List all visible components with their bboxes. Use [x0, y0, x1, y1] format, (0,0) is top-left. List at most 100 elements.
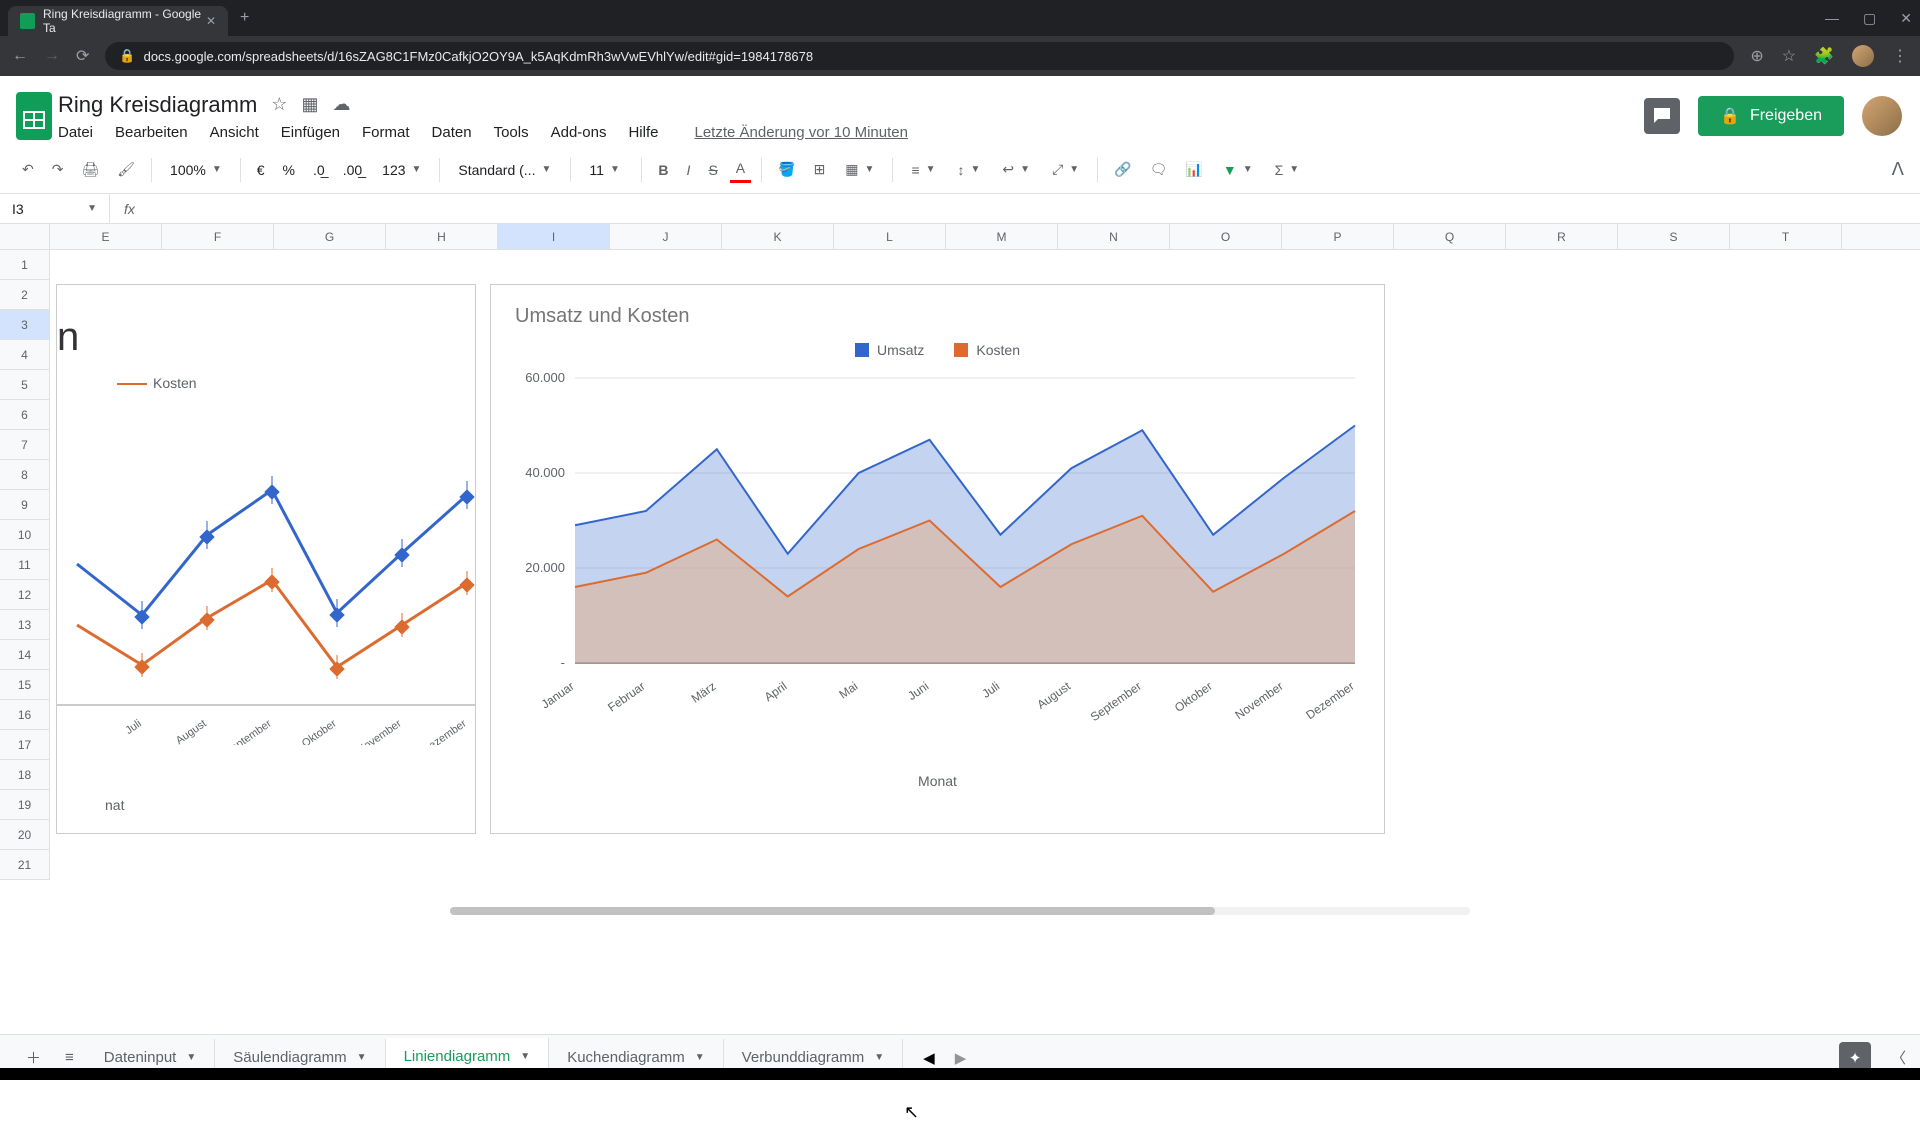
all-sheets-button[interactable]: ≡ [53, 1049, 86, 1066]
col-header-H[interactable]: H [386, 224, 498, 249]
menu-datei[interactable]: Datei [58, 124, 93, 141]
line-chart-cropped[interactable]: n Kosten [56, 284, 476, 834]
row-header-21[interactable]: 21 [0, 850, 49, 880]
row-header-16[interactable]: 16 [0, 700, 49, 730]
row-header-14[interactable]: 14 [0, 640, 49, 670]
zoom-select[interactable]: 100%▼ [162, 158, 230, 182]
font-size-select[interactable]: 11▼ [581, 158, 631, 182]
name-box[interactable]: I3▼ [0, 194, 110, 223]
row-header-8[interactable]: 8 [0, 460, 49, 490]
last-edit-link[interactable]: Letzte Änderung vor 10 Minuten [694, 124, 907, 141]
minimize-icon[interactable]: — [1825, 10, 1839, 27]
back-icon[interactable]: ← [12, 47, 28, 65]
halign-select[interactable]: ≡▼ [903, 158, 943, 182]
wrap-select[interactable]: ↩▼ [994, 157, 1038, 182]
row-header-2[interactable]: 2 [0, 280, 49, 310]
browser-profile-avatar[interactable] [1852, 45, 1874, 67]
col-header-J[interactable]: J [610, 224, 722, 249]
text-color-icon[interactable]: A [730, 156, 751, 183]
url-input[interactable]: 🔒 docs.google.com/spreadsheets/d/16sZAG8… [105, 42, 1734, 70]
maximize-icon[interactable]: ▢ [1863, 10, 1876, 27]
functions-select[interactable]: Σ▼ [1267, 158, 1308, 182]
strikethrough-icon[interactable]: S [702, 158, 723, 182]
col-header-R[interactable]: R [1506, 224, 1618, 249]
bookmark-icon[interactable]: ☆ [1782, 46, 1796, 66]
dec-decimals-button[interactable]: .0̲ [307, 158, 331, 182]
row-header-17[interactable]: 17 [0, 730, 49, 760]
area-chart[interactable]: Umsatz und Kosten Umsatz Kosten 60.000 4… [490, 284, 1385, 834]
row-header-3[interactable]: 3 [0, 310, 49, 340]
column-headers[interactable]: EFGHIJKLMNOPQRST [0, 224, 1920, 250]
menu-tools[interactable]: Tools [494, 124, 529, 141]
collapse-toolbar-icon[interactable]: ᐱ [1892, 159, 1904, 180]
rotate-select[interactable]: ⤢▼ [1044, 157, 1087, 182]
undo-icon[interactable]: ↶ [16, 157, 40, 182]
reload-icon[interactable]: ⟳ [76, 46, 89, 66]
row-header-18[interactable]: 18 [0, 760, 49, 790]
row-header-19[interactable]: 19 [0, 790, 49, 820]
menu-bearbeiten[interactable]: Bearbeiten [115, 124, 188, 141]
row-header-6[interactable]: 6 [0, 400, 49, 430]
cloud-status-icon[interactable]: ☁ [332, 94, 350, 115]
row-header-1[interactable]: 1 [0, 250, 49, 280]
font-select[interactable]: Standard (...▼ [450, 158, 560, 182]
col-header-M[interactable]: M [946, 224, 1058, 249]
extensions-icon[interactable]: 🧩 [1814, 46, 1834, 66]
menu-ansicht[interactable]: Ansicht [210, 124, 259, 141]
star-icon[interactable]: ☆ [271, 94, 287, 115]
browser-menu-icon[interactable]: ⋮ [1892, 46, 1908, 66]
menu-format[interactable]: Format [362, 124, 410, 141]
row-header-20[interactable]: 20 [0, 820, 49, 850]
account-avatar[interactable] [1862, 96, 1902, 136]
horizontal-scrollbar[interactable] [0, 904, 1920, 918]
col-header-P[interactable]: P [1282, 224, 1394, 249]
row-header-7[interactable]: 7 [0, 430, 49, 460]
filter-select[interactable]: ▼▼ [1215, 158, 1261, 182]
col-header-T[interactable]: T [1730, 224, 1842, 249]
col-header-F[interactable]: F [162, 224, 274, 249]
italic-icon[interactable]: I [681, 158, 697, 182]
bold-icon[interactable]: B [652, 158, 674, 182]
document-title[interactable]: Ring Kreisdiagramm [58, 92, 257, 118]
col-header-Q[interactable]: Q [1394, 224, 1506, 249]
col-header-L[interactable]: L [834, 224, 946, 249]
borders-icon[interactable]: ⊞ [808, 157, 832, 182]
col-header-O[interactable]: O [1170, 224, 1282, 249]
close-window-icon[interactable]: ✕ [1900, 10, 1912, 27]
row-headers[interactable]: 123456789101112131415161718192021 [0, 250, 50, 880]
col-header-N[interactable]: N [1058, 224, 1170, 249]
menu-einfuegen[interactable]: Einfügen [281, 124, 340, 141]
inc-decimals-button[interactable]: .00̲ [337, 158, 368, 182]
chart-icon[interactable]: 📊 [1179, 157, 1208, 182]
row-header-12[interactable]: 12 [0, 580, 49, 610]
row-header-9[interactable]: 9 [0, 490, 49, 520]
tab-scroll-right-icon[interactable]: ▶ [955, 1049, 967, 1067]
comments-button[interactable] [1644, 98, 1680, 134]
menu-daten[interactable]: Daten [432, 124, 472, 141]
row-header-15[interactable]: 15 [0, 670, 49, 700]
redo-icon[interactable]: ↷ [46, 157, 70, 182]
tab-scroll-left-icon[interactable]: ◀ [923, 1049, 935, 1067]
browser-tab[interactable]: Ring Kreisdiagramm - Google Ta ✕ [8, 6, 228, 36]
move-icon[interactable]: ▦ [301, 94, 318, 115]
col-header-E[interactable]: E [50, 224, 162, 249]
row-header-4[interactable]: 4 [0, 340, 49, 370]
paint-format-icon[interactable]: 🖌 [111, 157, 141, 182]
fill-color-icon[interactable]: 🪣 [772, 157, 801, 182]
row-header-10[interactable]: 10 [0, 520, 49, 550]
share-button[interactable]: 🔒 Freigeben [1698, 96, 1844, 136]
close-tab-icon[interactable]: ✕ [206, 14, 216, 28]
print-icon[interactable]: 🖨 [75, 157, 105, 182]
number-format-select[interactable]: 123▼ [374, 158, 429, 182]
currency-button[interactable]: € [251, 158, 271, 182]
zoom-icon[interactable]: ⊕ [1750, 46, 1763, 66]
col-header-S[interactable]: S [1618, 224, 1730, 249]
row-header-11[interactable]: 11 [0, 550, 49, 580]
valign-select[interactable]: ↕▼ [950, 158, 989, 182]
side-panel-toggle-icon[interactable]: 〈 [1891, 1047, 1906, 1068]
sheets-logo-icon[interactable] [10, 86, 58, 146]
add-sheet-button[interactable]: ＋ [14, 1047, 53, 1068]
col-header-G[interactable]: G [274, 224, 386, 249]
menu-addons[interactable]: Add-ons [551, 124, 607, 141]
menu-hilfe[interactable]: Hilfe [628, 124, 658, 141]
